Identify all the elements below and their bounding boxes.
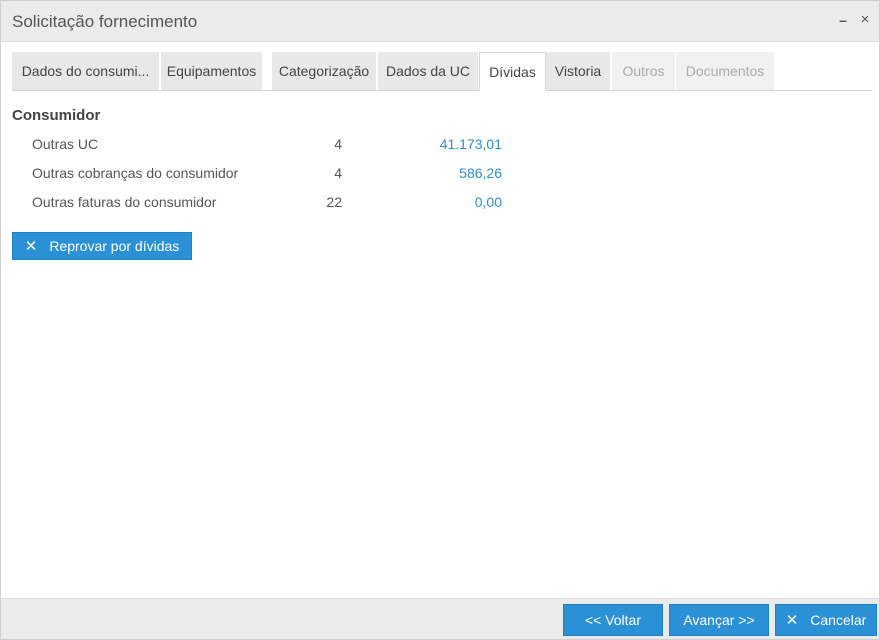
reprovar-por-dividas-button[interactable]: ✕ Reprovar por dívidas	[12, 232, 192, 260]
avancar-button[interactable]: Avançar >>	[669, 604, 769, 636]
close-icon: ✕	[24, 238, 38, 255]
tab-vistoria[interactable]: Vistoria	[546, 52, 611, 90]
tab-bar: Dados do consumi... Equipamentos Categor…	[12, 52, 872, 91]
avancar-button-label: Avançar >>	[683, 612, 755, 628]
title-bar: Solicitação fornecimento – ×	[1, 1, 879, 42]
debt-row-outras-faturas: Outras faturas do consumidor 22 0,00	[1, 194, 521, 214]
tab-documentos: Documentos	[676, 52, 775, 90]
debt-row-value-link[interactable]: 0,00	[381, 194, 502, 210]
debt-row-count: 22	[326, 194, 342, 210]
debt-row-count: 4	[334, 136, 342, 152]
debt-row-count: 4	[334, 165, 342, 181]
tab-dividas[interactable]: Dívidas	[479, 52, 546, 91]
reprovar-button-label: Reprovar por dívidas	[49, 238, 180, 254]
tab-outros: Outros	[612, 52, 676, 90]
section-title-consumidor: Consumidor	[12, 107, 101, 124]
debt-row-label: Outras cobranças do consumidor	[32, 165, 239, 181]
cancelar-button[interactable]: ✕ Cancelar	[775, 604, 877, 636]
debt-row-value-link[interactable]: 41.173,01	[381, 136, 502, 152]
debt-row-outras-cobrancas: Outras cobranças do consumidor 4 586,26	[1, 165, 521, 185]
tab-dados-uc[interactable]: Dados da UC	[378, 52, 479, 90]
voltar-button[interactable]: << Voltar	[563, 604, 663, 636]
debt-row-label: Outras UC	[32, 136, 99, 152]
debt-row-value-link[interactable]: 586,26	[381, 165, 502, 181]
close-icon: ✕	[785, 612, 799, 629]
voltar-button-label: << Voltar	[584, 612, 642, 628]
debt-row-label: Outras faturas do consumidor	[32, 194, 217, 210]
debt-row-outras-uc: Outras UC 4 41.173,01	[1, 136, 521, 156]
tab-equipamentos[interactable]: Equipamentos	[161, 52, 263, 90]
dialog-title: Solicitação fornecimento	[12, 12, 198, 31]
tab-categorizacao[interactable]: Categorização	[272, 52, 377, 90]
cancelar-button-label: Cancelar	[810, 612, 867, 628]
tab-dados-consumidor[interactable]: Dados do consumi...	[12, 52, 160, 90]
dialog-window: Solicitação fornecimento – × Dados do co…	[0, 0, 880, 640]
close-icon[interactable]: ×	[857, 11, 873, 29]
minimize-icon[interactable]: –	[835, 11, 851, 29]
